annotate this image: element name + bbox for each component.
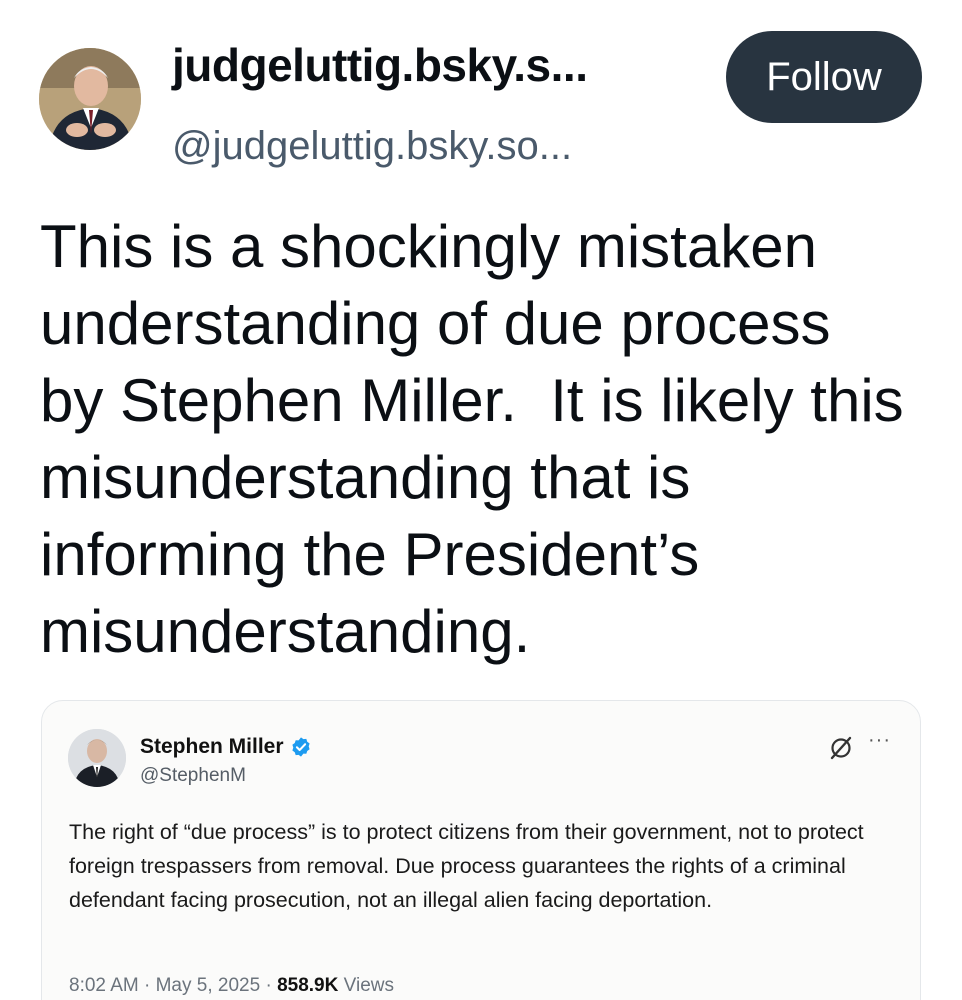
embed-author-name: Stephen Miller <box>140 735 284 758</box>
embed-meta: 8:02 AM · May 5, 2025 · 858.9K Views <box>69 975 394 997</box>
embed-author-photo <box>68 729 126 787</box>
embed-name-row: Stephen Miller <box>140 735 312 759</box>
author-display-name[interactable]: judgeluttig.bsky.s... <box>172 38 588 92</box>
follow-button[interactable]: Follow <box>726 31 922 123</box>
author-avatar[interactable] <box>39 48 141 150</box>
embed-author-avatar <box>68 729 126 787</box>
embed-post-text: The right of “due process” is to protect… <box>69 820 864 912</box>
embed-author-handle: @StephenM <box>140 765 246 786</box>
post-text: This is a shockingly mistaken understand… <box>40 213 904 665</box>
embed-time: 8:02 AM <box>69 975 139 996</box>
grok-icon <box>830 736 852 760</box>
embed-views-label: Views <box>343 975 394 996</box>
verified-badge-icon <box>291 737 310 757</box>
embed-separator: · <box>260 975 278 996</box>
post-card: judgeluttig.bsky.s... @judgeluttig.bsky.… <box>0 0 962 1000</box>
embed-date: May 5, 2025 <box>155 975 261 996</box>
author-photo <box>39 48 141 150</box>
embedded-post-image[interactable]: Stephen Miller @StephenM ··· The right o… <box>41 700 921 1000</box>
embed-separator: · <box>138 975 156 996</box>
more-icon: ··· <box>868 729 891 751</box>
author-handle[interactable]: @judgeluttig.bsky.so... <box>172 124 572 169</box>
embed-views-count: 858.9K <box>277 975 339 996</box>
